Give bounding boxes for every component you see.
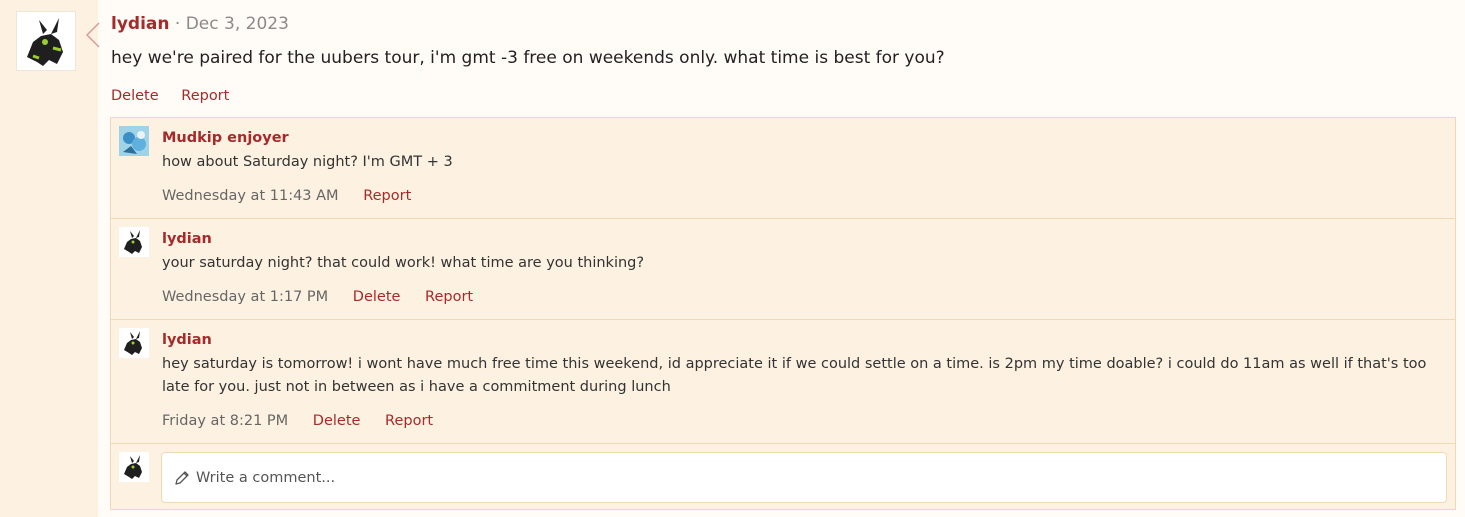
comment-time[interactable]: Friday at 8:21 PM bbox=[162, 413, 288, 429]
comment-time[interactable]: Wednesday at 11:43 AM bbox=[162, 188, 339, 204]
post-author-avatar[interactable] bbox=[16, 11, 76, 71]
comment-time[interactable]: Wednesday at 1:17 PM bbox=[162, 289, 328, 305]
umbreon-avatar-icon bbox=[124, 230, 142, 254]
comment-author-name[interactable]: lydian bbox=[162, 330, 212, 350]
comment-text: your saturday night? that could work! wh… bbox=[162, 255, 645, 271]
comment-text: how about Saturday night? I'm GMT + 3 bbox=[162, 154, 453, 170]
post-date[interactable]: Dec 3, 2023 bbox=[186, 14, 289, 34]
comment-delete-link[interactable]: Delete bbox=[353, 289, 401, 305]
comment-avatar[interactable] bbox=[119, 126, 149, 156]
pencil-icon bbox=[175, 470, 189, 485]
comment-author-name[interactable]: Mudkip enjoyer bbox=[162, 128, 289, 148]
comment-meta: Wednesday at 1:17 PM Delete Report bbox=[162, 287, 493, 307]
current-user-avatar[interactable] bbox=[119, 452, 149, 482]
comment-delete-link[interactable]: Delete bbox=[313, 413, 361, 429]
umbreon-avatar-icon bbox=[27, 18, 63, 66]
umbreon-avatar-icon bbox=[124, 455, 142, 479]
post-actions: Delete Report bbox=[111, 86, 247, 106]
post-author-name[interactable]: lydian bbox=[111, 14, 169, 34]
comments-section: Mudkip enjoyer how about Saturday night?… bbox=[110, 117, 1456, 510]
mudkip-avatar-icon bbox=[119, 126, 149, 156]
post-delete-link[interactable]: Delete bbox=[111, 88, 159, 104]
umbreon-avatar-icon bbox=[124, 331, 142, 355]
header-separator: · bbox=[174, 14, 181, 34]
write-comment-row: Write a comment... bbox=[111, 444, 1455, 510]
comment-item: lydian your saturday night? that could w… bbox=[111, 219, 1455, 320]
comment-item: lydian hey saturday is tomorrow! i wont … bbox=[111, 320, 1455, 444]
comment-meta: Friday at 8:21 PM Delete Report bbox=[162, 411, 453, 431]
post-report-link[interactable]: Report bbox=[181, 88, 229, 104]
comment-avatar[interactable] bbox=[119, 227, 149, 257]
comment-meta: Wednesday at 11:43 AM Report bbox=[162, 186, 431, 206]
comment-avatar[interactable] bbox=[119, 328, 149, 358]
comment-report-link[interactable]: Report bbox=[385, 413, 433, 429]
post-header: lydian · Dec 3, 2023 bbox=[111, 13, 289, 35]
left-strip bbox=[0, 0, 98, 517]
post-body: hey we're paired for the uubers tour, i'… bbox=[111, 48, 945, 68]
comment-input[interactable]: Write a comment... bbox=[161, 452, 1447, 503]
comment-item: Mudkip enjoyer how about Saturday night?… bbox=[111, 118, 1455, 219]
comment-text: hey saturday is tomorrow! i wont have mu… bbox=[162, 356, 1427, 395]
comment-author-name[interactable]: lydian bbox=[162, 229, 212, 249]
arrow-left-icon bbox=[86, 22, 100, 48]
comment-input-placeholder: Write a comment... bbox=[196, 469, 336, 486]
comment-report-link[interactable]: Report bbox=[363, 188, 411, 204]
comment-report-link[interactable]: Report bbox=[425, 289, 473, 305]
